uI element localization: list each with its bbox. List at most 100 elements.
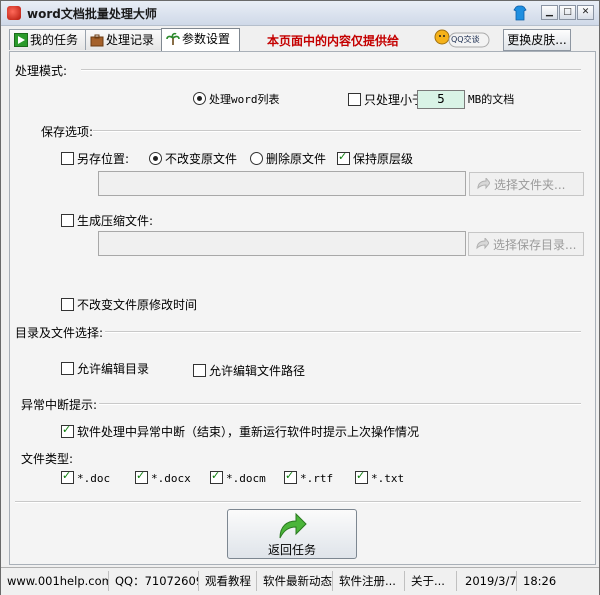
arrow-icon	[477, 178, 490, 190]
status-date: 2019/3/7	[461, 571, 517, 591]
change-skin-button[interactable]: 更换皮肤...	[503, 29, 571, 51]
section-title-interrupt: 异常中断提示:	[21, 398, 98, 412]
checkbox-indicator[interactable]	[61, 152, 74, 165]
size-suffix-label: MB的文档	[468, 93, 515, 106]
checkbox-indicator[interactable]	[193, 364, 206, 377]
zip-path-field[interactable]	[98, 231, 466, 256]
checkbox-label: 另存位置:	[77, 152, 130, 166]
tab-history[interactable]: 处理记录	[85, 29, 164, 50]
checkbox-label: *.txt	[371, 472, 405, 485]
checkbox-label: *.docm	[226, 472, 266, 485]
shirt-icon[interactable]	[513, 5, 527, 21]
radio-label: 删除原文件	[266, 152, 327, 166]
palm-tree-icon	[166, 32, 180, 45]
close-button[interactable]: ✕	[577, 5, 594, 20]
checkbox-type-docm[interactable]: *.docm	[210, 469, 266, 485]
size-limit-input[interactable]: 5	[417, 90, 465, 109]
tab-label: 参数设置	[182, 32, 231, 46]
minimize-button[interactable]: ▁	[541, 5, 558, 20]
radio-label: 处理word列表	[209, 93, 280, 106]
radio-indicator[interactable]	[149, 152, 162, 165]
checkbox-indicator[interactable]	[210, 469, 223, 484]
section-title-save-options: 保存选项:	[41, 125, 94, 139]
status-register-link[interactable]: 软件注册...	[335, 571, 405, 591]
checkbox-indicator[interactable]	[348, 93, 361, 106]
radio-delete-original[interactable]: 删除原文件	[250, 150, 326, 167]
checkbox-indicator[interactable]	[337, 150, 350, 165]
checkbox-indicator[interactable]	[284, 469, 297, 484]
status-time: 18:26	[523, 574, 557, 588]
button-label: 返回任务	[267, 543, 316, 557]
status-about-link[interactable]: 关于...	[407, 571, 457, 591]
checkbox-zip[interactable]: 生成压缩文件:	[61, 212, 153, 229]
checkbox-label: 只处理小于	[364, 93, 425, 107]
tab-settings[interactable]: 参数设置	[161, 28, 240, 51]
return-to-tasks-button[interactable]: 返回任务	[227, 509, 357, 559]
radio-indicator[interactable]	[250, 152, 263, 165]
checkbox-interrupt-prompt[interactable]: 软件处理中异常中断（结束），重新运行软件时提示上次操作情况	[61, 423, 419, 440]
radio-indicator[interactable]	[193, 92, 206, 105]
checkbox-indicator[interactable]	[135, 469, 148, 484]
section-title-dir-select: 目录及文件选择:	[15, 326, 104, 340]
checkbox-indicator[interactable]	[61, 362, 74, 375]
checkbox-label: *.rtf	[300, 472, 334, 485]
checkbox-only-smaller[interactable]: 只处理小于	[348, 91, 424, 108]
checkbox-indicator[interactable]	[61, 298, 74, 311]
title-bar[interactable]: word文档批量处理大师 ▁ □ ✕	[1, 1, 599, 26]
window-title: word文档批量处理大师	[27, 7, 157, 21]
save-location-field[interactable]	[98, 171, 466, 196]
qq-chat-label[interactable]: QQ交谈	[451, 34, 480, 45]
briefcase-icon	[90, 34, 104, 47]
checkbox-indicator[interactable]	[61, 214, 74, 227]
status-qq[interactable]: QQ：71072609	[111, 571, 199, 591]
divider	[93, 130, 581, 132]
section-title-processing-mode: 处理模式:	[15, 64, 68, 78]
checkbox-label: *.doc	[77, 472, 111, 485]
checkbox-type-txt[interactable]: *.txt	[355, 469, 405, 485]
checkbox-indicator[interactable]	[61, 469, 74, 484]
checkbox-indicator[interactable]	[61, 423, 74, 438]
notice-text: 本页面中的内容仅提供给	[267, 34, 400, 48]
checkbox-label: 保持原层级	[353, 152, 414, 166]
tab-label: 我的任务	[30, 33, 79, 47]
green-arrow-icon	[279, 512, 307, 539]
choose-save-dir-button[interactable]: 选择保存目录...	[468, 232, 584, 256]
status-tutorial-link[interactable]: 观看教程	[201, 571, 257, 591]
checkbox-indicator[interactable]	[355, 469, 368, 484]
checkbox-label: 软件处理中异常中断（结束），重新运行软件时提示上次操作情况	[77, 425, 420, 439]
tab-my-tasks[interactable]: 我的任务	[9, 29, 88, 50]
status-news-link[interactable]: 软件最新动态	[259, 571, 333, 591]
checkbox-allow-edit-dir[interactable]: 允许编辑目录	[61, 360, 149, 377]
checkbox-type-docx[interactable]: *.docx	[135, 469, 191, 485]
button-label: 选择文件夹...	[494, 178, 566, 192]
choose-folder-button[interactable]: 选择文件夹...	[469, 172, 584, 196]
checkbox-keep-mtime[interactable]: 不改变文件原修改时间	[61, 296, 197, 313]
checkbox-label: 允许编辑文件路径	[209, 364, 306, 378]
checkbox-keep-hierarchy[interactable]: 保持原层级	[337, 150, 413, 167]
divider	[105, 331, 581, 333]
checkbox-save-as[interactable]: 另存位置:	[61, 150, 129, 167]
divider	[99, 403, 581, 405]
radio-label: 不改变原文件	[165, 152, 238, 166]
checkbox-label: 不改变文件原修改时间	[77, 298, 198, 312]
radio-keep-original[interactable]: 不改变原文件	[149, 150, 237, 167]
checkbox-type-rtf[interactable]: *.rtf	[284, 469, 334, 485]
checkbox-allow-edit-path[interactable]: 允许编辑文件路径	[193, 362, 305, 379]
button-label: 选择保存目录...	[493, 238, 577, 252]
app-window: word文档批量处理大师 ▁ □ ✕ 我的任务 处理记录 参数设置 本页面中的内…	[0, 0, 600, 595]
arrow-icon	[476, 238, 489, 250]
checkbox-label: 生成压缩文件:	[77, 214, 154, 228]
divider	[15, 501, 581, 503]
status-bar: www.001help.com QQ：71072609 观看教程 软件最新动态 …	[1, 567, 599, 595]
checkbox-type-doc[interactable]: *.doc	[61, 469, 111, 485]
status-website-link[interactable]: www.001help.com	[3, 571, 109, 591]
play-icon	[14, 33, 28, 47]
checkbox-label: 允许编辑目录	[77, 362, 150, 376]
divider	[81, 69, 581, 71]
section-title-file-types: 文件类型:	[21, 452, 74, 466]
maximize-button[interactable]: □	[559, 5, 576, 20]
checkbox-label: *.docx	[151, 472, 191, 485]
app-logo-icon	[7, 6, 21, 20]
tab-label: 处理记录	[106, 33, 155, 47]
radio-word-list[interactable]: 处理word列表	[193, 91, 280, 107]
